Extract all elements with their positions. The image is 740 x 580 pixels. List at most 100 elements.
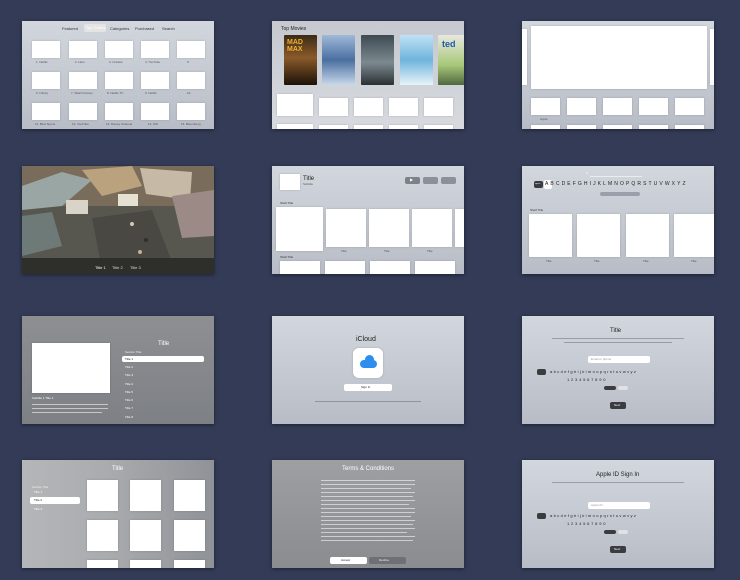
space-key[interactable] xyxy=(537,513,546,519)
grid-card[interactable] xyxy=(174,520,205,551)
shelf-card[interactable] xyxy=(415,261,455,274)
next-button[interactable]: Next xyxy=(610,402,626,409)
result-card[interactable] xyxy=(674,214,714,257)
grid-card[interactable] xyxy=(87,560,118,568)
shelf-card[interactable] xyxy=(370,261,410,274)
menu-item[interactable]: Title 1 xyxy=(125,358,133,361)
movie-poster[interactable] xyxy=(361,35,394,85)
shelf-card-focused[interactable] xyxy=(276,207,323,251)
app-card[interactable] xyxy=(141,41,169,58)
keyboard-mode-button[interactable] xyxy=(618,386,628,390)
action-button[interactable] xyxy=(441,177,456,184)
email-field[interactable]: Email or phone xyxy=(588,356,650,363)
result-card[interactable] xyxy=(577,214,620,257)
tab-top-charts-selected[interactable]: Top Charts xyxy=(84,24,106,32)
menu-item[interactable]: Title 1 xyxy=(34,491,42,494)
grid-card[interactable] xyxy=(130,480,161,511)
app-card[interactable] xyxy=(141,72,169,89)
app-card[interactable] xyxy=(105,72,133,89)
app-card[interactable] xyxy=(69,72,97,89)
apple-id-field[interactable]: Apple ID xyxy=(588,502,650,509)
template-thumb-terms[interactable]: Terms & Conditions Accept Decline xyxy=(272,460,464,568)
app-card[interactable] xyxy=(32,72,60,89)
menu-item[interactable]: Title 2 xyxy=(125,366,133,369)
product-image[interactable] xyxy=(280,174,300,190)
app-card[interactable] xyxy=(69,41,97,58)
app-card[interactable] xyxy=(32,103,60,120)
accept-button[interactable]: Accept xyxy=(330,557,367,564)
shelf-card[interactable] xyxy=(369,209,409,247)
shelf-card[interactable] xyxy=(280,261,320,274)
template-thumb-keyboard-signin[interactable]: Title Email or phone abcdefghijklmnopqrs… xyxy=(522,316,714,424)
keyboard-digits[interactable]: 1234567890 xyxy=(567,378,607,382)
menu-item[interactable]: Title 7 xyxy=(125,407,133,410)
grid-card[interactable] xyxy=(174,480,205,511)
sign-in-button[interactable]: Sign In xyxy=(344,384,392,391)
keyboard-letters[interactable]: abcdefghijklmnopqrstuvwxyz xyxy=(550,514,637,518)
shelf-card[interactable] xyxy=(354,98,383,116)
template-thumb-photo-tabs[interactable]: Title 1 Title 2 Title 3 xyxy=(22,166,214,274)
keyboard-letters[interactable]: ABCDEFGHIJKLMNOPQRSTUVWXYZ xyxy=(545,182,688,187)
tab-title-2[interactable]: Title 2 xyxy=(112,266,123,270)
shelf-card[interactable] xyxy=(531,98,560,115)
template-thumb-product[interactable]: Title Subtitle ▶ Shelf Title Title Title… xyxy=(272,166,464,274)
tab-title-1[interactable]: Title 1 xyxy=(95,266,106,270)
menu-item[interactable]: Title 3 xyxy=(125,374,133,377)
shelf-card[interactable] xyxy=(412,209,452,247)
template-thumb-icloud[interactable]: iCloud Sign In xyxy=(272,316,464,424)
app-card[interactable] xyxy=(105,103,133,120)
hero-banner[interactable] xyxy=(531,26,707,89)
grid-card[interactable] xyxy=(87,520,118,551)
grid-card[interactable] xyxy=(130,520,161,551)
movie-poster[interactable] xyxy=(322,35,355,85)
shelf-card[interactable] xyxy=(389,98,418,116)
keyboard-mode-toggle[interactable] xyxy=(600,192,640,196)
shelf-card[interactable] xyxy=(675,125,704,129)
shelf-card[interactable] xyxy=(424,98,453,116)
tab-title-3[interactable]: Title 3 xyxy=(130,266,141,270)
play-button[interactable]: ▶ xyxy=(405,177,420,184)
tab-search[interactable]: Search xyxy=(162,27,175,31)
result-card[interactable] xyxy=(529,214,572,257)
tab-categories[interactable]: Categories xyxy=(110,27,129,31)
app-card[interactable] xyxy=(69,103,97,120)
keyboard-mode-button[interactable] xyxy=(604,530,616,534)
shelf-card[interactable] xyxy=(639,98,668,115)
movie-poster[interactable]: MAD MAX xyxy=(284,35,317,85)
app-card[interactable] xyxy=(32,41,60,58)
shelf-card[interactable] xyxy=(277,124,313,129)
keyboard-mode-button[interactable] xyxy=(604,386,616,390)
app-card[interactable] xyxy=(141,103,169,120)
menu-item[interactable]: Title 3 xyxy=(34,508,42,511)
shelf-card[interactable] xyxy=(325,261,365,274)
result-card[interactable] xyxy=(626,214,669,257)
template-thumb-app-grid[interactable]: Featured Top Charts Categories Purchased… xyxy=(22,21,214,129)
shelf-card[interactable] xyxy=(319,98,348,116)
tab-featured[interactable]: Featured xyxy=(62,27,78,31)
menu-item-selected[interactable] xyxy=(122,356,204,362)
keyboard-digits[interactable]: 1234567890 xyxy=(567,522,607,526)
decline-button[interactable]: Decline xyxy=(369,557,406,564)
shelf-card[interactable] xyxy=(603,98,632,115)
menu-item[interactable]: Title 4 xyxy=(125,383,133,386)
tab-purchased[interactable]: Purchased xyxy=(135,27,154,31)
movie-poster[interactable] xyxy=(400,35,433,85)
app-card[interactable] xyxy=(177,103,205,120)
movie-poster[interactable]: ted xyxy=(438,35,464,85)
grid-card[interactable] xyxy=(87,480,118,511)
shelf-card[interactable] xyxy=(326,209,366,247)
action-button[interactable] xyxy=(423,177,438,184)
shelf-card[interactable] xyxy=(455,209,464,247)
shelf-card[interactable] xyxy=(675,98,704,115)
template-thumb-movie-posters[interactable]: Top Movies MAD MAX ted xyxy=(272,21,464,129)
shelf-card[interactable] xyxy=(531,125,560,129)
menu-item[interactable]: Title 6 xyxy=(125,399,133,402)
shelf-card[interactable] xyxy=(354,125,383,129)
menu-item[interactable]: Title 5 xyxy=(125,391,133,394)
app-card[interactable] xyxy=(177,72,205,89)
shelf-card[interactable] xyxy=(567,125,596,129)
shelf-card[interactable] xyxy=(277,94,313,116)
keyboard-letters[interactable]: abcdefghijklmnopqrstuvwxyz xyxy=(550,370,637,374)
app-card[interactable] xyxy=(177,41,205,58)
app-card[interactable] xyxy=(105,41,133,58)
